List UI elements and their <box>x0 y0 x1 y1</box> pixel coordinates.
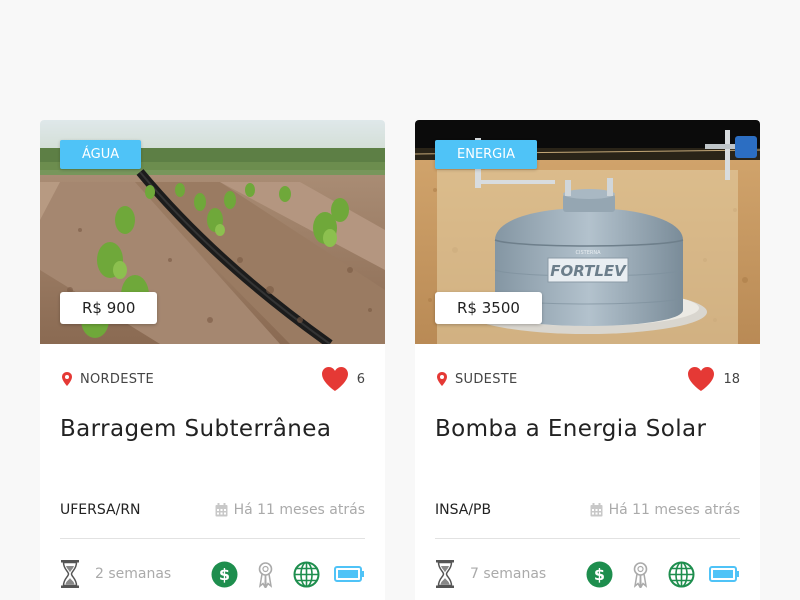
posted-date-text: Há 11 meses atrás <box>233 502 365 518</box>
dollar-icon: $ <box>211 561 238 587</box>
location-pin-icon <box>437 372 447 386</box>
svg-text:$: $ <box>594 565 605 584</box>
card-image[interactable]: ÁGUA R$ 900 <box>40 120 385 344</box>
duration-label: 2 semanas <box>95 566 172 582</box>
posted-date: Há 11 meses atrás <box>590 502 740 518</box>
feature-energy <box>709 565 740 583</box>
feature-global <box>668 561 695 588</box>
divider <box>60 538 365 539</box>
project-card[interactable]: CISTERNA FORTLEV ENERGIA R$ 3500 SUDESTE… <box>415 120 760 600</box>
bottom-row: 2 semanas $ <box>60 558 365 590</box>
dollar-icon: $ <box>586 561 613 587</box>
duration-label: 7 semanas <box>470 566 547 582</box>
globe-icon <box>293 561 320 587</box>
meta-row: SUDESTE 18 <box>435 366 740 392</box>
card-title[interactable]: Bomba a Energia Solar <box>435 416 746 442</box>
svg-text:$: $ <box>219 565 230 584</box>
like-count: 18 <box>723 371 740 387</box>
posted-date: Há 11 meses atrás <box>215 502 365 518</box>
location-pin-icon <box>62 372 72 386</box>
category-badge[interactable]: ENERGIA <box>435 140 537 169</box>
institution-label: UFERSA/RN <box>60 502 141 518</box>
category-badge[interactable]: ÁGUA <box>60 140 142 169</box>
info-row: INSA/PB Há 11 meses atrás <box>435 500 740 520</box>
project-card[interactable]: ÁGUA R$ 900 NORDESTE 6 Barragem Subterrâ… <box>40 120 385 600</box>
posted-date-text: Há 11 meses atrás <box>608 502 740 518</box>
bottom-row: 7 semanas $ <box>435 558 740 590</box>
tank-brand: FORTLEV <box>550 262 627 280</box>
award-ribbon-icon <box>258 561 273 588</box>
feature-award <box>252 561 279 588</box>
likes: 6 <box>321 366 365 392</box>
feature-energy <box>334 565 365 583</box>
info-row: UFERSA/RN Há 11 meses atrás <box>60 500 365 520</box>
card-image[interactable]: CISTERNA FORTLEV ENERGIA R$ 3500 <box>415 120 760 344</box>
award-ribbon-icon <box>633 561 648 588</box>
region-label: NORDESTE <box>80 371 155 387</box>
heart-icon[interactable] <box>687 366 715 392</box>
calendar-icon <box>215 503 228 517</box>
feature-icons: $ <box>197 561 365 588</box>
divider <box>435 538 740 539</box>
feature-award <box>627 561 654 588</box>
price-tag: R$ 900 <box>60 292 158 324</box>
like-count: 6 <box>356 371 365 387</box>
institution-label: INSA/PB <box>435 502 492 518</box>
card-title[interactable]: Barragem Subterrânea <box>60 416 371 442</box>
tank-subtext: CISTERNA <box>576 250 602 256</box>
calendar-icon <box>590 503 603 517</box>
battery-icon <box>709 566 739 582</box>
likes: 18 <box>687 366 740 392</box>
meta-row: NORDESTE 6 <box>60 366 365 392</box>
price-tag: R$ 3500 <box>435 292 542 324</box>
hourglass-icon <box>436 560 454 588</box>
feature-cost: $ <box>586 561 613 588</box>
feature-cost: $ <box>211 561 238 588</box>
heart-icon[interactable] <box>321 366 349 392</box>
region-label: SUDESTE <box>455 371 518 387</box>
feature-icons: $ <box>572 561 740 588</box>
battery-icon <box>334 566 364 582</box>
globe-icon <box>668 561 695 587</box>
feature-global <box>293 561 320 588</box>
hourglass-icon <box>61 560 79 588</box>
